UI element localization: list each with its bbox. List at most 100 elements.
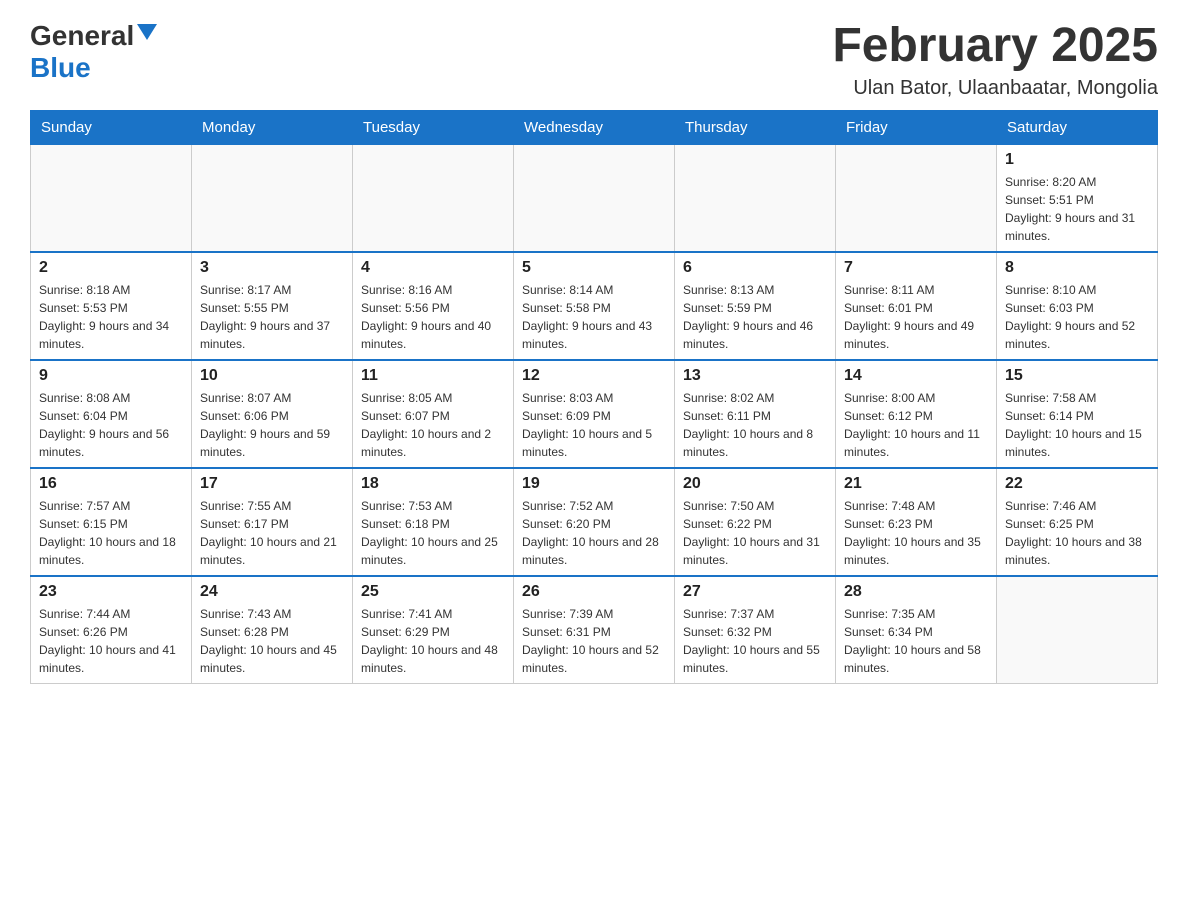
day-number: 16 (39, 475, 183, 493)
column-header-saturday: Saturday (997, 110, 1158, 144)
column-header-tuesday: Tuesday (353, 110, 514, 144)
logo-blue-text: Blue (30, 52, 91, 83)
logo: General Blue (30, 20, 157, 84)
calendar-cell: 25 Sunrise: 7:41 AMSunset: 6:29 PMDayligh… (353, 576, 514, 684)
day-number: 17 (200, 475, 344, 493)
column-header-thursday: Thursday (675, 110, 836, 144)
calendar-cell: 17 Sunrise: 7:55 AMSunset: 6:17 PMDayligh… (192, 468, 353, 576)
calendar-cell: 26 Sunrise: 7:39 AMSunset: 6:31 PMDayligh… (514, 576, 675, 684)
day-info: Sunrise: 8:07 AMSunset: 6:06 PMDaylight:… (200, 389, 344, 461)
day-number: 24 (200, 583, 344, 601)
logo-arrow-icon (137, 24, 157, 45)
page-header: General Blue February 2025 Ulan Bator, U… (30, 20, 1158, 100)
calendar-table: SundayMondayTuesdayWednesdayThursdayFrid… (30, 110, 1158, 684)
calendar-cell: 16 Sunrise: 7:57 AMSunset: 6:15 PMDayligh… (31, 468, 192, 576)
calendar-cell (836, 144, 997, 252)
day-info: Sunrise: 8:20 AMSunset: 5:51 PMDaylight:… (1005, 173, 1149, 245)
day-number: 19 (522, 475, 666, 493)
calendar-cell: 24 Sunrise: 7:43 AMSunset: 6:28 PMDayligh… (192, 576, 353, 684)
column-header-monday: Monday (192, 110, 353, 144)
day-number: 21 (844, 475, 988, 493)
title-block: February 2025 Ulan Bator, Ulaanbaatar, M… (832, 20, 1158, 100)
day-info: Sunrise: 8:08 AMSunset: 6:04 PMDaylight:… (39, 389, 183, 461)
calendar-cell (31, 144, 192, 252)
day-info: Sunrise: 7:48 AMSunset: 6:23 PMDaylight:… (844, 497, 988, 569)
day-number: 4 (361, 259, 505, 277)
day-info: Sunrise: 7:46 AMSunset: 6:25 PMDaylight:… (1005, 497, 1149, 569)
day-number: 8 (1005, 259, 1149, 277)
day-number: 6 (683, 259, 827, 277)
day-info: Sunrise: 7:57 AMSunset: 6:15 PMDaylight:… (39, 497, 183, 569)
day-number: 10 (200, 367, 344, 385)
calendar-cell: 13Sunrise: 8:02 AMSunset: 6:11 PMDayligh… (675, 360, 836, 468)
day-info: Sunrise: 8:03 AMSunset: 6:09 PMDaylight:… (522, 389, 666, 461)
calendar-week-row: 23 Sunrise: 7:44 AMSunset: 6:26 PMDayligh… (31, 576, 1158, 684)
day-number: 14 (844, 367, 988, 385)
day-info: Sunrise: 7:43 AMSunset: 6:28 PMDaylight:… (200, 605, 344, 677)
day-number: 27 (683, 583, 827, 601)
calendar-cell (192, 144, 353, 252)
day-number: 22 (1005, 475, 1149, 493)
day-info: Sunrise: 7:53 AMSunset: 6:18 PMDaylight:… (361, 497, 505, 569)
day-info: Sunrise: 8:11 AMSunset: 6:01 PMDaylight:… (844, 281, 988, 353)
calendar-week-row: 16 Sunrise: 7:57 AMSunset: 6:15 PMDayligh… (31, 468, 1158, 576)
day-number: 25 (361, 583, 505, 601)
calendar-cell: 20 Sunrise: 7:50 AMSunset: 6:22 PMDayligh… (675, 468, 836, 576)
day-info: Sunrise: 7:55 AMSunset: 6:17 PMDaylight:… (200, 497, 344, 569)
day-info: Sunrise: 7:50 AMSunset: 6:22 PMDaylight:… (683, 497, 827, 569)
calendar-cell: 22 Sunrise: 7:46 AMSunset: 6:25 PMDayligh… (997, 468, 1158, 576)
column-header-friday: Friday (836, 110, 997, 144)
day-number: 26 (522, 583, 666, 601)
calendar-cell: 1 Sunrise: 8:20 AMSunset: 5:51 PMDaylight… (997, 144, 1158, 252)
calendar-cell (675, 144, 836, 252)
calendar-cell (353, 144, 514, 252)
day-info: Sunrise: 7:39 AMSunset: 6:31 PMDaylight:… (522, 605, 666, 677)
day-info: Sunrise: 8:00 AMSunset: 6:12 PMDaylight:… (844, 389, 988, 461)
day-info: Sunrise: 8:10 AMSunset: 6:03 PMDaylight:… (1005, 281, 1149, 353)
calendar-cell: 14 Sunrise: 8:00 AMSunset: 6:12 PMDayligh… (836, 360, 997, 468)
day-number: 12 (522, 367, 666, 385)
day-info: Sunrise: 8:16 AMSunset: 5:56 PMDaylight:… (361, 281, 505, 353)
column-header-wednesday: Wednesday (514, 110, 675, 144)
day-number: 7 (844, 259, 988, 277)
calendar-title: February 2025 (832, 20, 1158, 73)
day-info: Sunrise: 8:05 AMSunset: 6:07 PMDaylight:… (361, 389, 505, 461)
day-info: Sunrise: 7:41 AMSunset: 6:29 PMDaylight:… (361, 605, 505, 677)
day-number: 1 (1005, 151, 1149, 169)
day-number: 23 (39, 583, 183, 601)
calendar-cell: 11 Sunrise: 8:05 AMSunset: 6:07 PMDayligh… (353, 360, 514, 468)
day-number: 11 (361, 367, 505, 385)
day-number: 28 (844, 583, 988, 601)
calendar-cell (514, 144, 675, 252)
column-header-sunday: Sunday (31, 110, 192, 144)
calendar-cell: 18 Sunrise: 7:53 AMSunset: 6:18 PMDayligh… (353, 468, 514, 576)
day-info: Sunrise: 8:13 AMSunset: 5:59 PMDaylight:… (683, 281, 827, 353)
calendar-cell (997, 576, 1158, 684)
calendar-cell: 9 Sunrise: 8:08 AMSunset: 6:04 PMDaylight… (31, 360, 192, 468)
calendar-cell: 21 Sunrise: 7:48 AMSunset: 6:23 PMDayligh… (836, 468, 997, 576)
calendar-header-row: SundayMondayTuesdayWednesdayThursdayFrid… (31, 110, 1158, 144)
day-info: Sunrise: 8:14 AMSunset: 5:58 PMDaylight:… (522, 281, 666, 353)
calendar-cell: 28Sunrise: 7:35 AMSunset: 6:34 PMDayligh… (836, 576, 997, 684)
calendar-cell: 23 Sunrise: 7:44 AMSunset: 6:26 PMDayligh… (31, 576, 192, 684)
day-info: Sunrise: 7:58 AMSunset: 6:14 PMDaylight:… (1005, 389, 1149, 461)
calendar-subtitle: Ulan Bator, Ulaanbaatar, Mongolia (832, 77, 1158, 100)
day-info: Sunrise: 7:37 AMSunset: 6:32 PMDaylight:… (683, 605, 827, 677)
day-number: 5 (522, 259, 666, 277)
calendar-cell: 15Sunrise: 7:58 AMSunset: 6:14 PMDayligh… (997, 360, 1158, 468)
calendar-cell: 19 Sunrise: 7:52 AMSunset: 6:20 PMDayligh… (514, 468, 675, 576)
calendar-cell: 10 Sunrise: 8:07 AMSunset: 6:06 PMDayligh… (192, 360, 353, 468)
calendar-week-row: 1 Sunrise: 8:20 AMSunset: 5:51 PMDaylight… (31, 144, 1158, 252)
calendar-cell: 3Sunrise: 8:17 AMSunset: 5:55 PMDaylight… (192, 252, 353, 360)
day-number: 2 (39, 259, 183, 277)
calendar-cell: 12 Sunrise: 8:03 AMSunset: 6:09 PMDayligh… (514, 360, 675, 468)
calendar-cell: 27 Sunrise: 7:37 AMSunset: 6:32 PMDayligh… (675, 576, 836, 684)
day-info: Sunrise: 8:17 AMSunset: 5:55 PMDaylight:… (200, 281, 344, 353)
day-info: Sunrise: 7:44 AMSunset: 6:26 PMDaylight:… (39, 605, 183, 677)
day-number: 9 (39, 367, 183, 385)
day-number: 18 (361, 475, 505, 493)
day-info: Sunrise: 7:52 AMSunset: 6:20 PMDaylight:… (522, 497, 666, 569)
calendar-cell: 6 Sunrise: 8:13 AMSunset: 5:59 PMDaylight… (675, 252, 836, 360)
day-number: 20 (683, 475, 827, 493)
day-info: Sunrise: 8:02 AMSunset: 6:11 PMDaylight:… (683, 389, 827, 461)
